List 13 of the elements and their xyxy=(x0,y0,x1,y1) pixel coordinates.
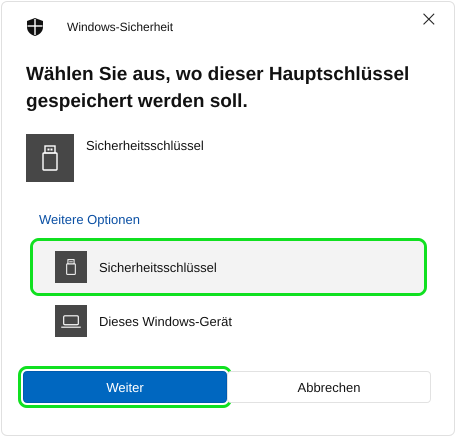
usb-key-icon xyxy=(55,251,87,283)
close-button[interactable]: × xyxy=(414,6,444,32)
cancel-button[interactable]: Abbrechen xyxy=(227,371,431,403)
device-label: Sicherheitsschlüssel xyxy=(86,138,204,153)
usb-key-icon xyxy=(26,134,74,182)
window-title: Windows-Sicherheit xyxy=(67,20,174,34)
dialog-heading: Wählen Sie aus, wo dieser Hauptschlüssel gespeichert werden soll. xyxy=(26,63,410,114)
more-options-link[interactable]: Weitere Optionen xyxy=(39,212,140,227)
option-item[interactable]: Dieses Windows-Gerät xyxy=(33,303,424,339)
option-item[interactable]: Sicherheitsschlüssel xyxy=(33,241,424,293)
continue-button[interactable]: Weiter xyxy=(23,371,227,403)
laptop-icon xyxy=(55,305,87,337)
shield-icon xyxy=(27,18,43,36)
